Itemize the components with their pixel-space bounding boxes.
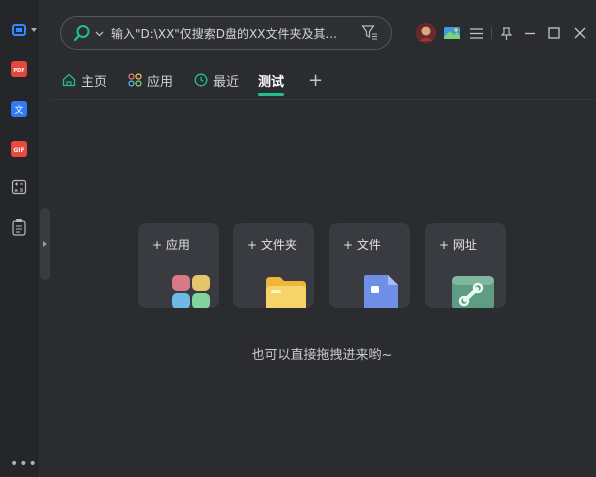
- search-icon[interactable]: [73, 24, 91, 42]
- avatar[interactable]: [414, 22, 438, 44]
- card-label: + 文件夹: [247, 238, 297, 252]
- add-file-card[interactable]: + 文件: [329, 223, 410, 308]
- tab-home-label: 主页: [81, 74, 108, 90]
- card-label: + 文件: [343, 238, 381, 252]
- pdf-icon[interactable]: PDF: [8, 58, 30, 80]
- svg-text:GIF: GIF: [13, 147, 24, 154]
- add-url-card[interactable]: + 网址: [425, 223, 506, 308]
- app-grid-icon: [172, 275, 210, 308]
- screen-capture-icon[interactable]: [8, 19, 37, 41]
- minimize-icon[interactable]: [522, 22, 538, 44]
- search-input[interactable]: 输入"D:\XX"仅搜索D盘的XX文件夹及其...: [111, 25, 356, 42]
- add-tab-button[interactable]: +: [308, 70, 323, 91]
- folder-icon: [266, 277, 306, 308]
- apps-icon: [128, 73, 142, 87]
- tab-apps-label: 应用: [147, 74, 174, 90]
- file-icon: [364, 275, 398, 308]
- add-app-card[interactable]: + 应用: [138, 223, 219, 308]
- link-icon: [452, 276, 494, 308]
- chevron-right-icon: [43, 241, 47, 247]
- gif-icon[interactable]: GIF: [8, 138, 30, 160]
- tab-apps[interactable]: 应用: [128, 70, 173, 90]
- tab-recent-label: 最近: [213, 74, 240, 90]
- skin-icon[interactable]: [442, 22, 462, 44]
- sidebar-toggle[interactable]: [40, 208, 50, 280]
- svg-text:PDF: PDF: [13, 68, 24, 74]
- menu-icon[interactable]: [468, 22, 484, 44]
- card-label: + 网址: [439, 238, 477, 252]
- sidebar: PDF 文 GIF •••: [0, 0, 38, 477]
- drag-hint: 也可以直接拖拽进来哟~: [251, 348, 393, 363]
- tab-home[interactable]: 主页: [62, 70, 107, 90]
- chevron-down-icon[interactable]: [95, 31, 104, 37]
- divider: [488, 22, 494, 44]
- translate-icon[interactable]: 文: [8, 98, 30, 120]
- tab-recent[interactable]: 最近: [194, 70, 239, 90]
- pin-icon[interactable]: [498, 22, 514, 44]
- add-folder-card[interactable]: + 文件夹: [233, 223, 314, 308]
- search-box[interactable]: 输入"D:\XX"仅搜索D盘的XX文件夹及其...: [60, 16, 392, 50]
- svg-text:文: 文: [14, 104, 23, 116]
- close-icon[interactable]: [572, 22, 588, 44]
- tab-test-label: 测试: [258, 74, 285, 90]
- home-icon: [62, 73, 76, 87]
- chevron-down-icon[interactable]: [31, 27, 37, 33]
- notes-icon[interactable]: [8, 216, 30, 238]
- filter-icon[interactable]: [361, 24, 379, 42]
- tab-test[interactable]: 测试: [258, 70, 284, 90]
- tab-bar: 主页 应用 最近 测试 +: [52, 60, 596, 100]
- maximize-icon[interactable]: [546, 22, 562, 44]
- calculator-icon[interactable]: [8, 176, 30, 198]
- card-label: + 应用: [152, 238, 190, 252]
- active-tab-indicator: [258, 93, 284, 96]
- clock-icon: [194, 73, 208, 87]
- more-icon[interactable]: •••: [10, 457, 38, 471]
